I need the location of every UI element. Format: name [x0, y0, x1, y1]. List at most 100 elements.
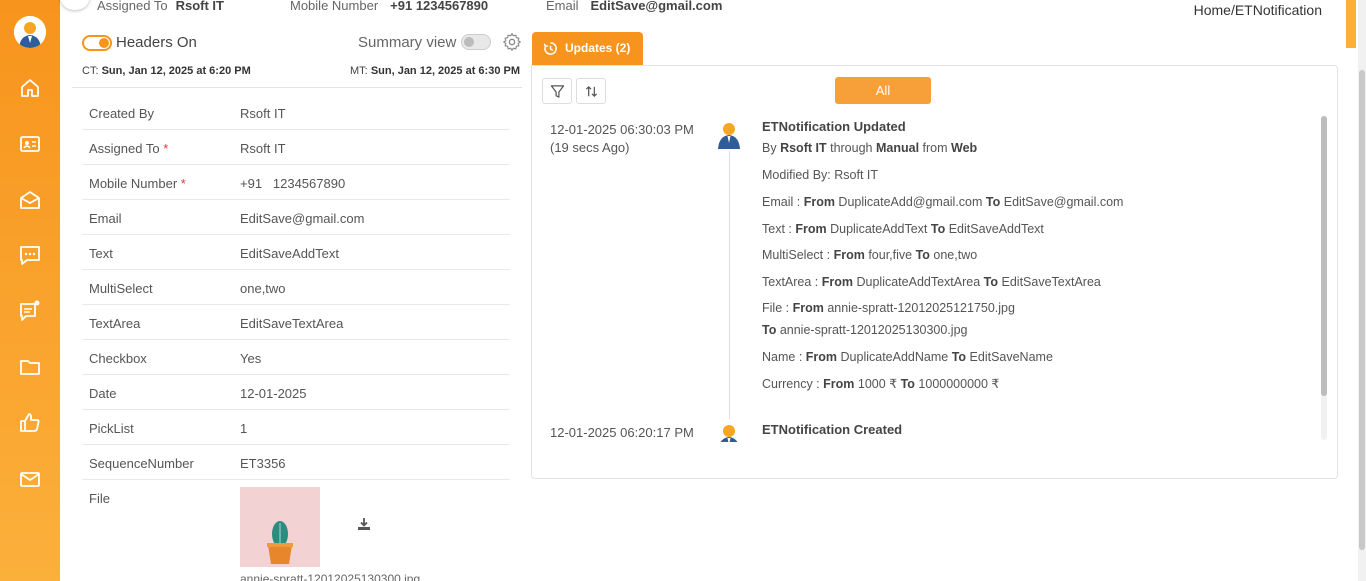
summary-view-toggle[interactable] [461, 34, 491, 50]
sidebar-item-notifications[interactable] [18, 299, 42, 323]
headers-toggle[interactable] [82, 35, 112, 51]
headers-toggle-label: Headers On [116, 34, 197, 51]
field-row-file: File annie-spratt-12012025130300.jpg [82, 480, 510, 581]
entry-time-text: 12-01-2025 06:20:17 PM [550, 425, 694, 440]
field-label-text: TextArea [89, 316, 141, 331]
required-marker: * [163, 141, 169, 156]
download-icon[interactable] [356, 516, 372, 532]
field-value: Rsoft IT [240, 141, 286, 156]
file-thumbnail[interactable] [240, 487, 320, 567]
field-label: Email [89, 211, 122, 226]
header-email-label: Email [546, 0, 579, 13]
tab-updates[interactable]: Updates (2) [532, 32, 643, 66]
by-text: By [762, 141, 777, 155]
header-mobile-label: Mobile Number [290, 0, 379, 13]
sidebar-item-mail[interactable] [18, 467, 42, 491]
breadcrumb-home[interactable]: Home [1194, 2, 1231, 18]
sidebar-item-inbox[interactable] [18, 188, 42, 212]
all-filter-button[interactable]: All [835, 77, 931, 104]
through-text: through [830, 141, 873, 155]
sidebar [0, 0, 60, 581]
header-email-value: EditSave@gmail.com [590, 0, 723, 13]
filter-button[interactable] [542, 78, 572, 104]
summary-view-label: Summary view [358, 34, 457, 51]
entry-details: ETNotification Updated By Rsoft IT throu… [762, 119, 1322, 399]
field-row-email: Email EditSave@gmail.com [82, 200, 510, 235]
change-line-currency: Currency : From 1000 ₹ To 1000000000 ₹ [762, 376, 999, 391]
sort-icon [585, 85, 598, 98]
sidebar-item-contacts[interactable] [18, 132, 42, 156]
notification-note-icon [20, 300, 40, 321]
field-label: PickList [89, 421, 134, 436]
sort-button[interactable] [576, 78, 606, 104]
user-avatar-icon [720, 425, 738, 442]
from-keyword: From [823, 377, 855, 391]
field-row-multiselect: MultiSelect one,two [82, 270, 510, 305]
user-avatar-icon [718, 123, 740, 149]
change-line-file-to: To annie-spratt-12012025130300.jpg [762, 323, 967, 337]
gear-icon[interactable] [502, 32, 522, 52]
user-avatar[interactable] [14, 16, 46, 48]
field-row-textarea: TextArea EditSaveTextArea [82, 305, 510, 340]
header-assigned-to-value: Rsoft IT [175, 0, 224, 13]
required-marker: * [180, 176, 186, 191]
from-value: DuplicateAdd@gmail.com [838, 195, 983, 209]
to-keyword: To [983, 275, 999, 289]
page-scrollbar-thumb[interactable] [1359, 70, 1365, 550]
from-value: annie-spratt-12012025121750.jpg [827, 301, 1015, 315]
sidebar-item-feedback[interactable] [18, 411, 42, 435]
thumbs-up-icon [20, 413, 40, 432]
field-label: TextArea [89, 316, 140, 331]
field-value: EditSave@gmail.com [240, 211, 365, 226]
to-keyword: To [915, 248, 930, 262]
change-field: File : [762, 301, 790, 315]
to-value: annie-spratt-12012025130300.jpg [779, 323, 968, 337]
modified-time-prefix: MT: [350, 65, 368, 77]
entry-ago-text: (19 secs Ago) [550, 140, 630, 155]
field-label-text: Email [89, 211, 122, 226]
to-value: EditSave@gmail.com [1003, 195, 1124, 209]
change-line-email: Email : From DuplicateAdd@gmail.com To E… [762, 195, 1123, 209]
field-value: 1 [240, 421, 248, 436]
from-keyword: From [792, 301, 824, 315]
field-label: Created By [89, 106, 154, 121]
page-scrollbar[interactable] [1358, 0, 1366, 581]
updates-scrollbar[interactable] [1321, 116, 1327, 440]
sidebar-item-files[interactable] [18, 355, 42, 379]
tab-updates-label: Updates (2) [565, 41, 631, 55]
change-field: Email : [762, 195, 801, 209]
change-line-textarea: TextArea : From DuplicateAddTextArea To … [762, 275, 1101, 289]
history-icon [543, 42, 557, 55]
entry-time-text: 12-01-2025 06:30:03 PM [550, 122, 694, 137]
home-icon [21, 79, 39, 97]
folder-icon [20, 360, 40, 375]
field-row-date: Date 12-01-2025 [82, 375, 510, 410]
file-name[interactable]: annie-spratt-12012025130300.jpg [240, 572, 420, 581]
field-label: Text [89, 246, 113, 261]
field-label-text: Assigned To [89, 141, 160, 156]
from-value: DuplicateAddTextArea [856, 275, 981, 289]
divider [72, 87, 522, 88]
change-line-file-from: File : From annie-spratt-12012025121750.… [762, 301, 1015, 315]
field-row-text: Text EditSaveAddText [82, 235, 510, 270]
to-keyword: To [762, 323, 777, 337]
updates-scrollbar-thumb[interactable] [1321, 116, 1327, 396]
header-mobile-value: +91 1234567890 [390, 0, 489, 13]
field-label: Mobile Number * [89, 176, 186, 191]
filter-icon [550, 85, 565, 98]
breadcrumb-current: ETNotification [1234, 2, 1322, 18]
field-label-text: Mobile Number [89, 176, 178, 191]
field-value: Yes [240, 351, 262, 366]
field-label-text: Created By [89, 106, 155, 121]
sidebar-item-home[interactable] [18, 76, 42, 100]
mail-icon [20, 472, 40, 487]
to-value: 1000000000 ₹ [918, 377, 1000, 391]
entry-timestamp: 12-01-2025 06:30:03 PM (19 secs Ago) [550, 121, 694, 157]
from-keyword: From [805, 350, 838, 364]
field-label: SequenceNumber [89, 456, 194, 471]
modified-time-value: Sun, Jan 12, 2025 at 6:30 PM [370, 65, 520, 77]
entry-title: ETNotification Updated [762, 119, 906, 134]
field-value: EditSaveTextArea [240, 316, 344, 331]
sidebar-item-chat[interactable] [18, 243, 42, 267]
to-keyword: To [951, 350, 967, 364]
